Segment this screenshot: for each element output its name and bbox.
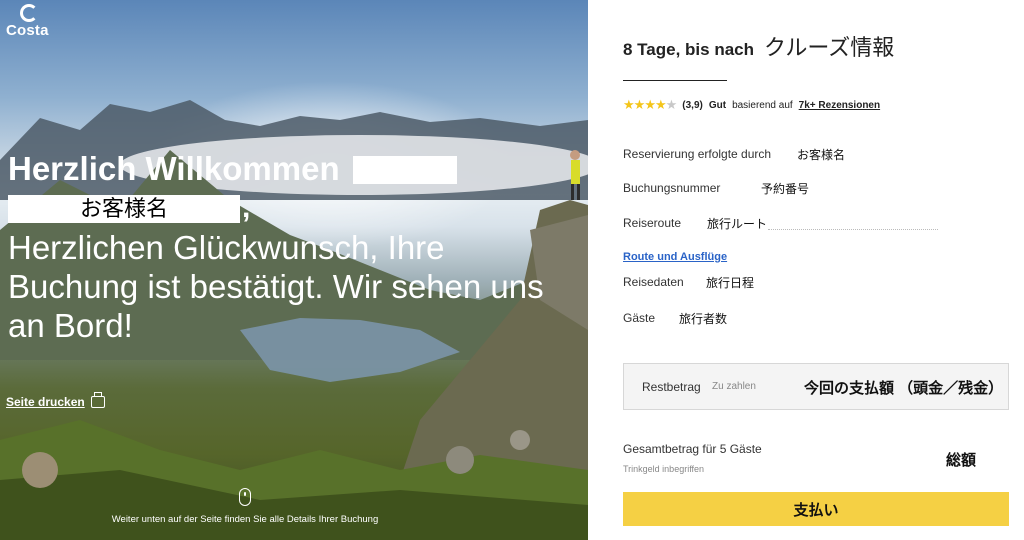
costa-logo[interactable]: Costa xyxy=(6,4,52,40)
remaining-balance-sub: Zu zahlen xyxy=(712,381,756,392)
remaining-balance-label: Restbetrag xyxy=(642,380,701,394)
comma: , xyxy=(242,191,251,224)
reservation-row: Reservierung erfolgte durch お客様名 xyxy=(623,147,845,162)
star-icon: ★ xyxy=(654,97,667,112)
logo-text: Costa xyxy=(6,22,49,39)
route-row: Reiseroute 旅行ルート xyxy=(623,216,767,231)
title-divider xyxy=(623,80,727,81)
hero-title: Herzlich Willkommen xyxy=(8,150,568,188)
dates-value: 旅行日程 xyxy=(706,276,755,290)
star-icon: ★ xyxy=(644,97,656,112)
booking-number-label: Buchungsnummer xyxy=(623,181,721,195)
route-label: Reiseroute xyxy=(623,216,682,230)
remaining-balance-amount: 今回の支払額 （頭金／残金） xyxy=(804,380,1004,397)
guests-value: 旅行者数 xyxy=(679,312,728,326)
booking-details-panel: 8 Tage, bis nach クルーズ情報 ★★★★★ (3,9) Gut b… xyxy=(588,0,1024,540)
star-icon: ★ xyxy=(623,97,635,112)
print-label: Seite drucken xyxy=(6,395,85,409)
guests-row: Gäste 旅行者数 xyxy=(623,311,727,326)
reservation-label: Reservierung erfolgte durch xyxy=(623,147,772,161)
total-sub-label: Trinkgeld inbegriffen xyxy=(623,464,705,474)
dates-label: Reisedaten xyxy=(623,275,684,289)
rating-word: Gut xyxy=(708,99,727,111)
cruise-title: 8 Tage, bis nach クルーズ情報 xyxy=(623,30,894,62)
print-page-link[interactable]: Seite drucken xyxy=(6,392,105,409)
guests-label: Gäste xyxy=(623,311,656,325)
scroll-hint-text: Weiter unten auf der Seite finden Sie al… xyxy=(111,514,379,525)
reviews-link[interactable]: 7k+ Rezensionen xyxy=(799,100,880,111)
welcome-text: Herzlich Willkommen xyxy=(8,150,340,187)
hero-section: Costa Herzlich Willkommen お客様名 , Herzlic… xyxy=(0,0,588,540)
hero-body-text: Herzlichen Glückwunsch, Ihre Buchung ist… xyxy=(8,229,544,344)
star-icon: ★ xyxy=(665,97,678,112)
star-rating: ★★★★★ xyxy=(623,97,678,113)
route-and-excursions-link[interactable]: Route und Ausflüge xyxy=(623,251,727,263)
based-on-text: basierend auf xyxy=(732,99,793,111)
costa-c-icon xyxy=(20,4,38,22)
star-icon: ★ xyxy=(633,97,646,112)
scroll-mouse-icon[interactable] xyxy=(239,488,251,506)
route-divider xyxy=(768,229,938,230)
remaining-balance-box: Restbetrag Zu zahlen 今回の支払額 （頭金／残金） xyxy=(623,363,1009,410)
redacted-block xyxy=(352,156,457,184)
route-value: 旅行ルート xyxy=(707,217,768,231)
guest-name-placeholder: お客様名 xyxy=(8,195,240,223)
reservation-value: お客様名 xyxy=(797,148,846,162)
pay-button[interactable]: 支払い xyxy=(623,492,1009,526)
cruise-duration: 8 Tage, bis nach xyxy=(623,40,755,59)
total-label: Gesamtbetrag für 5 Gäste xyxy=(623,442,762,456)
booking-number-row: Buchungsnummer 予約番号 xyxy=(623,181,809,196)
rating-score: (3,9) xyxy=(682,99,703,111)
total-amount: 総額 xyxy=(946,452,977,469)
dates-row: Reisedaten 旅行日程 xyxy=(623,275,754,290)
booking-number-value: 予約番号 xyxy=(761,182,810,196)
rating-row: ★★★★★ (3,9) Gut basierend auf 7k+ Rezens… xyxy=(623,97,880,113)
cruise-info-placeholder: クルーズ情報 xyxy=(764,35,895,60)
printer-icon xyxy=(90,392,105,408)
